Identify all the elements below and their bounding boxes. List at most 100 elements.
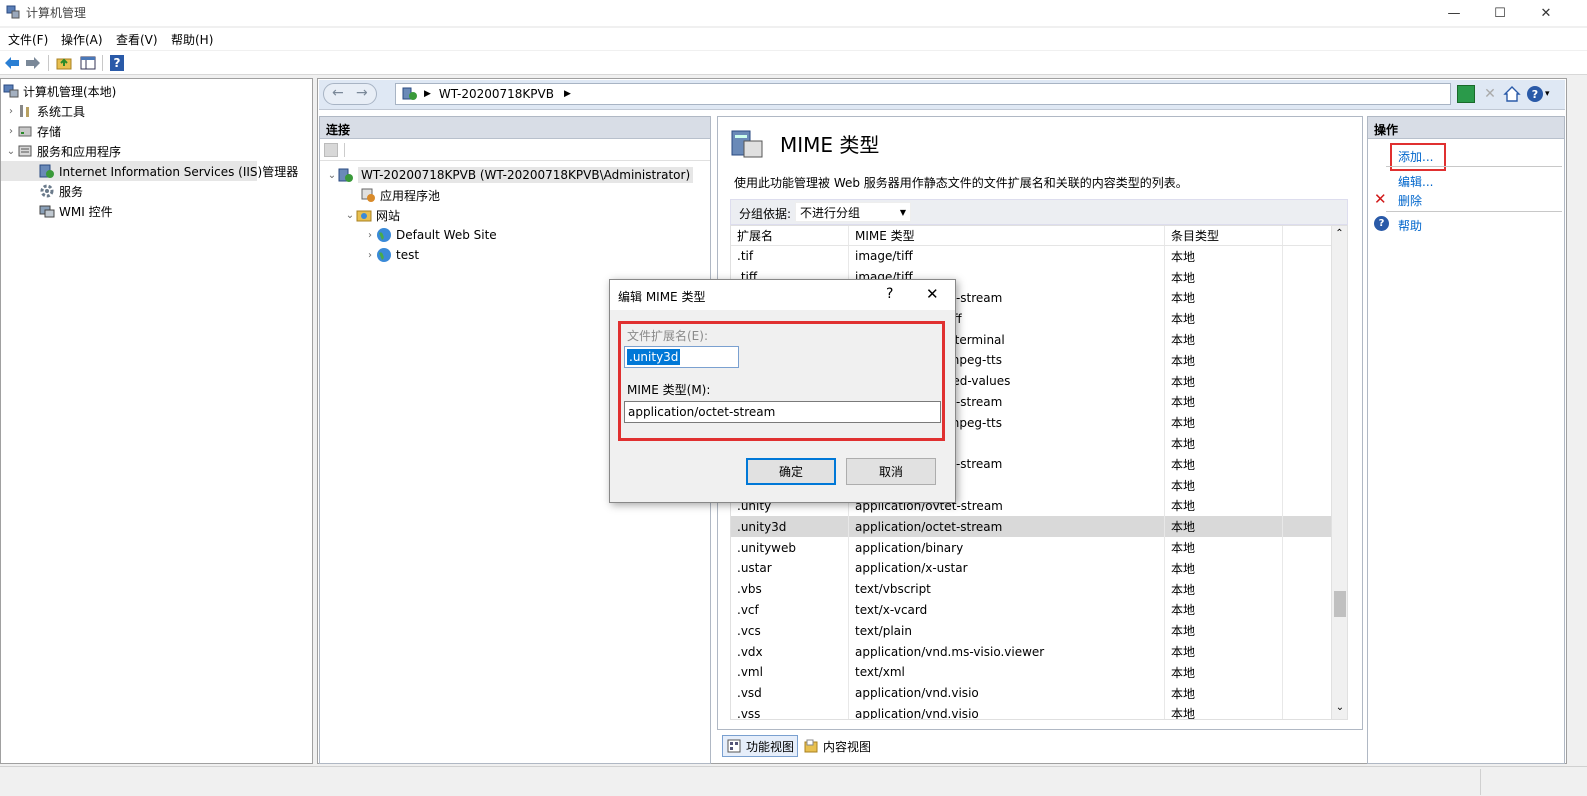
tree-item-app-pools[interactable]: 应用程序池 [320, 185, 710, 205]
tree-item-server[interactable]: ⌄ WT-20200718KPVB (WT-20200718KPVB\Admin… [320, 165, 710, 185]
globe-icon [376, 227, 392, 243]
toolbar: ? [0, 51, 1587, 75]
menu-action[interactable]: 操作(A) [61, 31, 103, 48]
table-row[interactable]: .vbs text/vbscript 本地 [731, 578, 1347, 600]
cell-mime: text/vbscript [849, 578, 1165, 600]
table-row[interactable]: .vml text/xml 本地 [731, 661, 1347, 683]
cell-mime: application/binary [849, 537, 1165, 558]
cell-mime: image/tiff [849, 246, 1165, 267]
nav-back-icon[interactable]: ← [332, 85, 344, 101]
mime-field[interactable]: application/octet-stream [624, 401, 941, 423]
table-row[interactable]: .unity3d application/octet-stream 本地 [731, 516, 1347, 538]
list-header: 扩展名 MIME 类型 条目类型 [731, 226, 1347, 246]
help-dropdown[interactable]: ? ▾ [1527, 85, 1553, 103]
nav-buttons: ← → [323, 83, 377, 105]
help-toolbar-button[interactable]: ? [108, 54, 126, 72]
menu-view[interactable]: 查看(V) [116, 31, 158, 48]
tree-item-sites[interactable]: ⌄ 网站 [320, 205, 710, 225]
chevron-right-icon: › [9, 105, 13, 117]
address-box[interactable]: ▶ WT-20200718KPVB ▶ [395, 83, 1451, 105]
tab-content-view[interactable]: 内容视图 [800, 735, 876, 757]
menu-file[interactable]: 文件(F) [8, 31, 48, 48]
cell-mime: application/octet-stream [849, 516, 1165, 538]
scroll-up-icon[interactable]: ⌃ [1332, 228, 1347, 239]
tab-features-view[interactable]: 功能视图 [722, 735, 798, 757]
cell-type: 本地 [1165, 266, 1283, 288]
tree-item-services[interactable]: 服务 [1, 181, 312, 201]
table-row[interactable]: .tif image/tiff 本地 [731, 246, 1347, 267]
close-icon: ✕ [1540, 5, 1552, 21]
tree-item-storage[interactable]: › 存储 [1, 121, 312, 141]
table-row[interactable]: .vss application/vnd.visio 本地 [731, 703, 1347, 719]
scroll-down-icon[interactable]: ⌄ [1334, 702, 1346, 713]
tree-item-services-apps[interactable]: ⌄ 服务和应用程序 [1, 141, 312, 161]
app-pool-icon [360, 187, 376, 203]
column-header-ext[interactable]: 扩展名 [731, 226, 849, 245]
tree-item-iis[interactable]: Internet Information Services (IIS)管理器 [1, 161, 298, 181]
ext-field-label: 文件扩展名(E): [627, 329, 708, 343]
tree-item-default-site[interactable]: › Default Web Site [320, 225, 710, 245]
minimize-button[interactable]: — [1431, 0, 1477, 26]
help-action[interactable]: 帮助 [1398, 217, 1422, 234]
up-folder-button[interactable] [55, 54, 73, 72]
column-header-mime[interactable]: MIME 类型 [849, 226, 1165, 245]
group-by-select[interactable]: 不进行分组 ▼ [795, 202, 911, 222]
chevron-right-icon: › [368, 249, 372, 261]
dialog-close-icon[interactable]: ✕ [926, 285, 939, 303]
table-row[interactable]: .vdx application/vnd.ms-visio.viewer 本地 [731, 641, 1347, 662]
back-button[interactable] [3, 54, 21, 72]
cell-mime: text/plain [849, 620, 1165, 642]
cell-type: 本地 [1165, 557, 1283, 579]
tree-label: 服务 [59, 184, 84, 199]
tree-label: 网站 [376, 208, 401, 223]
computer-management-icon [6, 5, 20, 19]
computer-icon [3, 83, 19, 99]
cell-mime: application/vnd.visio [849, 682, 1165, 704]
ext-field[interactable]: .unity3d [624, 346, 739, 368]
show-hide-tree-button[interactable] [79, 54, 97, 72]
list-scrollbar[interactable]: ⌃ ⌄ [1331, 226, 1347, 719]
tree-item-root[interactable]: 计算机管理(本地) [1, 81, 312, 101]
menu-help[interactable]: 帮助(H) [171, 31, 213, 48]
table-row[interactable]: .vcs text/plain 本地 [731, 620, 1347, 642]
tree-item-wmi[interactable]: WMI 控件 [1, 201, 312, 221]
minimize-icon: — [1447, 5, 1461, 21]
close-button[interactable]: ✕ [1523, 0, 1569, 26]
cell-type: 本地 [1165, 682, 1283, 704]
refresh-icon[interactable] [1457, 85, 1475, 103]
dialog-help-icon[interactable]: ? [886, 286, 893, 302]
cell-type: 本地 [1165, 474, 1283, 496]
cell-ext: .unityweb [731, 537, 849, 558]
delete-action[interactable]: 删除 [1398, 192, 1422, 209]
cell-ext: .vml [731, 661, 849, 683]
chevron-right-icon: › [9, 125, 13, 137]
stop-icon[interactable]: ✕ [1481, 85, 1499, 103]
home-icon[interactable] [1503, 85, 1521, 103]
ok-button[interactable]: 确定 [746, 458, 836, 485]
cell-ext: .tif [731, 246, 849, 267]
forward-button[interactable] [24, 54, 42, 72]
actions-header: 操作 [1368, 117, 1564, 139]
mime-field-label: MIME 类型(M): [627, 383, 711, 397]
scroll-thumb[interactable] [1334, 591, 1346, 617]
table-row[interactable]: .vcf text/x-vcard 本地 [731, 599, 1347, 621]
cell-mime: text/x-vcard [849, 599, 1165, 621]
cancel-button[interactable]: 取消 [846, 458, 936, 485]
edit-action[interactable]: 编辑... [1398, 173, 1433, 190]
cell-type: 本地 [1165, 537, 1283, 558]
maximize-button[interactable]: ☐ [1477, 0, 1523, 26]
table-row[interactable]: .unityweb application/binary 本地 [731, 537, 1347, 558]
add-action[interactable]: 添加... [1398, 148, 1433, 165]
column-header-type[interactable]: 条目类型 [1165, 226, 1283, 245]
tree-item-test-site[interactable]: › test [320, 245, 710, 265]
nav-forward-icon[interactable]: → [356, 85, 368, 101]
connect-icon[interactable] [324, 142, 338, 157]
tree-item-system-tools[interactable]: › 系统工具 [1, 101, 312, 121]
tools-icon [17, 103, 33, 119]
table-row[interactable]: .vsd application/vnd.visio 本地 [731, 682, 1347, 704]
console-tree: 计算机管理(本地) › 系统工具 › 存储 ⌄ 服务和应用程序 Internet… [0, 78, 313, 764]
globe-icon [376, 247, 392, 263]
table-row[interactable]: .ustar application/x-ustar 本地 [731, 557, 1347, 579]
cell-ext: .vcf [731, 599, 849, 621]
cell-ext: .vbs [731, 578, 849, 600]
